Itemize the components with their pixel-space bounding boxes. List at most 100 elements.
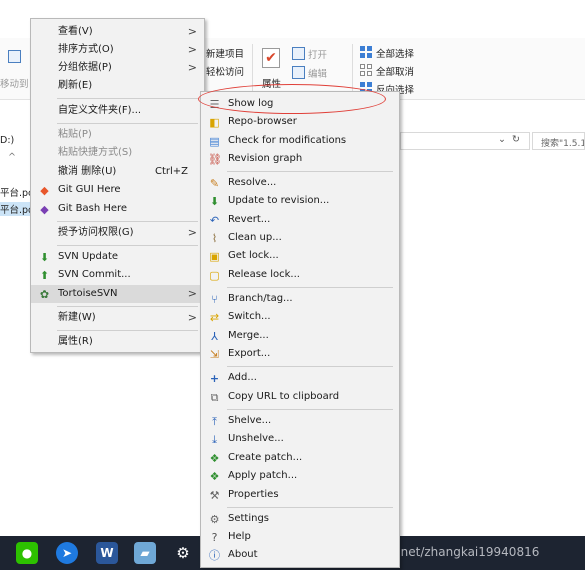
address-bar[interactable] [400, 132, 530, 150]
submenu-item-properties[interactable]: ⚒ Properties [201, 486, 399, 504]
menu-item-label: Apply patch... [228, 470, 298, 481]
notes-icon[interactable]: ▰ [134, 542, 156, 564]
settings-gear-icon[interactable]: ⚙ [172, 542, 194, 564]
resolve-icon: ✎ [209, 177, 220, 190]
menu-item-label: Get lock... [228, 250, 279, 261]
edit-icon[interactable] [292, 66, 305, 79]
open-button[interactable]: 打开 [308, 47, 327, 61]
revert-icon: ↶ [209, 214, 220, 227]
menu-item-svn-update[interactable]: ⬇ SVN Update [31, 248, 204, 266]
svn-commit-icon: ⬆ [39, 269, 50, 282]
menu-item-label: Settings [228, 513, 270, 524]
help-icon: ? [211, 531, 218, 544]
menu-item-undo-delete[interactable]: 撤消 删除(U) Ctrl+Z [31, 163, 204, 181]
search-input[interactable]: 搜索"1.5.1 [532, 132, 585, 150]
submenu-item-repo-browser[interactable]: ◧ Repo-browser [201, 113, 399, 131]
submenu-item-switch[interactable]: ⇄ Switch... [201, 308, 399, 326]
wechat-icon[interactable]: ● [16, 542, 38, 564]
edit-button[interactable]: 编辑 [308, 66, 327, 80]
menu-item-label: Resolve... [228, 177, 277, 188]
menu-item-label: SVN Update [58, 251, 119, 262]
menu-item-paste[interactable]: 粘贴(P) [31, 126, 204, 144]
menu-item-label: Add... [228, 372, 257, 383]
menu-item-tortoise-svn[interactable]: ✿ TortoiseSVN > [31, 285, 204, 303]
mail-icon[interactable]: ➤ [56, 542, 78, 564]
menu-item-grant-access[interactable]: 授予访问权限(G) > [31, 224, 204, 242]
menu-item-customize-folder[interactable]: 自定义文件夹(F)... [31, 102, 204, 120]
menu-item-label: 查看(V) [58, 26, 93, 37]
submenu-item-unshelve[interactable]: ⤓ Unshelve... [201, 430, 399, 448]
submenu-item-about[interactable]: ⓘ About [201, 546, 399, 564]
submenu-item-resolve[interactable]: ✎ Resolve... [201, 174, 399, 192]
easy-access-button[interactable]: 轻松访问 [206, 64, 244, 78]
git-diamond-icon: ◆ [40, 203, 49, 216]
unlock-icon: ▢ [209, 269, 220, 282]
submenu-item-export[interactable]: ⇲ Export... [201, 345, 399, 363]
move-to-button[interactable]: 移动到 [0, 76, 29, 90]
menu-item-label: Unshelve... [228, 433, 284, 444]
word-icon[interactable]: W [96, 542, 118, 564]
merge-icon: ⅄ [211, 330, 218, 343]
menu-item-git-bash[interactable]: ◆ Git Bash Here [31, 200, 204, 218]
select-none-button[interactable]: 全部取消 [376, 64, 414, 78]
submenu-item-merge[interactable]: ⅄ Merge... [201, 327, 399, 345]
collapse-up-icon[interactable]: ^ [8, 152, 16, 163]
file-item[interactable]: 平台.pc [0, 185, 33, 199]
properties-ribbon-button[interactable]: 属性 [262, 76, 281, 90]
chevron-right-icon: > [187, 287, 197, 300]
select-none-icon[interactable] [360, 64, 372, 76]
submenu-item-shelve[interactable]: ⤒ Shelve... [201, 412, 399, 430]
submenu-item-update-to-revision[interactable]: ⬇ Update to revision... [201, 192, 399, 210]
menu-item-svn-commit[interactable]: ⬆ SVN Commit... [31, 266, 204, 284]
open-icon[interactable] [292, 47, 305, 60]
submenu-item-revision-graph[interactable]: ⛓ Revision graph [201, 150, 399, 168]
add-icon: + [209, 372, 220, 385]
menu-item-view[interactable]: 查看(V) > [31, 23, 204, 41]
submenu-item-settings[interactable]: ⚙ Settings [201, 510, 399, 528]
menu-item-sort-by[interactable]: 排序方式(O) > [31, 41, 204, 59]
chevron-right-icon: > [187, 43, 197, 56]
menu-item-label: Create patch... [228, 452, 303, 463]
submenu-item-show-log[interactable]: ☰ Show log [201, 95, 399, 113]
menu-item-new[interactable]: 新建(W) > [31, 309, 204, 327]
update-to-revision-icon: ⬇ [209, 195, 220, 208]
menu-item-group-by[interactable]: 分组依据(P) > [31, 59, 204, 77]
git-diamond-icon: ◆ [40, 184, 49, 197]
submenu-item-release-lock[interactable]: ▢ Release lock... [201, 266, 399, 284]
menu-separator [227, 507, 393, 508]
file-item[interactable]: 平台.pd [0, 202, 35, 216]
submenu-item-add[interactable]: + Add... [201, 369, 399, 387]
menu-item-properties[interactable]: 属性(R) [31, 333, 204, 351]
submenu-item-help[interactable]: ? Help [201, 528, 399, 546]
tortoise-svn-submenu: ☰ Show log ◧ Repo-browser ▤ Check for modif… [200, 91, 400, 568]
tortoise-icon: ✿ [39, 288, 50, 301]
menu-item-label: Git Bash Here [58, 203, 128, 214]
select-all-icon[interactable] [360, 46, 372, 58]
select-all-button[interactable]: 全部选择 [376, 46, 414, 60]
submenu-item-copy-url[interactable]: ⧉ Copy URL to clipboard [201, 388, 399, 406]
chevron-down-icon[interactable]: ⌄ [498, 134, 506, 145]
menu-item-label: Copy URL to clipboard [228, 391, 340, 402]
move-to-icon[interactable] [8, 50, 21, 63]
refresh-icon[interactable]: ↻ [512, 134, 520, 145]
menu-item-refresh[interactable]: 刷新(E) [31, 77, 204, 95]
submenu-item-revert[interactable]: ↶ Revert... [201, 211, 399, 229]
lock-icon: ▣ [209, 250, 220, 263]
menu-item-paste-shortcut[interactable]: 粘贴快捷方式(S) [31, 144, 204, 162]
submenu-item-apply-patch[interactable]: ❖ Apply patch... [201, 467, 399, 485]
menu-item-label: Revision graph [228, 153, 303, 164]
menu-item-label: SVN Commit... [58, 269, 131, 280]
menu-item-git-gui[interactable]: ◆ Git GUI Here [31, 181, 204, 199]
submenu-item-create-patch[interactable]: ❖ Create patch... [201, 449, 399, 467]
unshelve-icon: ⤓ [212, 433, 217, 446]
menu-separator [227, 409, 393, 410]
submenu-item-check-modifications[interactable]: ▤ Check for modifications [201, 132, 399, 150]
chevron-right-icon: > [187, 226, 197, 239]
submenu-item-branch-tag[interactable]: ⑂ Branch/tag... [201, 290, 399, 308]
properties-check-icon[interactable]: ✔ [262, 48, 280, 68]
submenu-item-get-lock[interactable]: ▣ Get lock... [201, 247, 399, 265]
submenu-item-clean-up[interactable]: ⌇ Clean up... [201, 229, 399, 247]
new-item-button[interactable]: 新建项目 [206, 46, 244, 60]
copy-icon: ⧉ [210, 391, 219, 404]
menu-separator [57, 245, 198, 246]
